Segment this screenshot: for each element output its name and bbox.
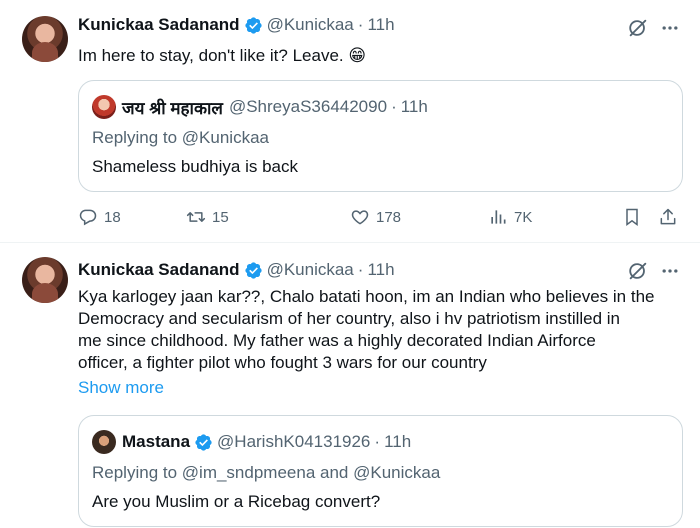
repost-button[interactable]: 15: [186, 207, 229, 227]
quote-avatar: [92, 95, 116, 119]
tweet-header: Kunickaa Sadanand @Kunickaa · 11h: [78, 14, 395, 36]
avatar[interactable]: [22, 257, 68, 303]
replying-and: and: [315, 463, 354, 482]
separator-dot: ·: [357, 15, 364, 34]
quote-author-name: जय श्री महाकाल: [122, 98, 223, 118]
quote-time: 11h: [384, 432, 412, 451]
like-icon: [351, 210, 369, 225]
quote-author-handle: @HarishK04131926: [217, 432, 371, 451]
replying-mention: @Kunickaa: [181, 128, 269, 147]
author-name[interactable]: Kunickaa Sadanand: [78, 15, 240, 35]
bookmark-icon: [626, 208, 638, 226]
tweet-header: Kunickaa Sadanand @Kunickaa · 11h: [78, 259, 395, 281]
like-button[interactable]: 178: [350, 207, 401, 227]
grok-icon[interactable]: [627, 260, 649, 282]
quote-avatar: [92, 430, 116, 454]
tweet-time[interactable]: 11h: [367, 260, 394, 280]
verified-badge-icon: [195, 433, 212, 451]
tweet-text-line: Democracy and secularism of her country,…: [78, 309, 621, 328]
like-count: 178: [376, 208, 402, 226]
separator-dot: ·: [374, 432, 381, 451]
quote-header: जय श्री महाकाल @ShreyaS36442090 · 11h: [122, 96, 428, 118]
quote-header: Mastana @HarishK04131926 · 11h: [122, 431, 411, 453]
author-name[interactable]: Kunickaa Sadanand: [78, 260, 240, 280]
more-icon[interactable]: [660, 18, 680, 38]
avatar[interactable]: [22, 16, 68, 62]
reply-icon: [79, 209, 97, 226]
reply-button[interactable]: 18: [78, 207, 121, 227]
tweet-actions: 18 15 178 7K: [78, 207, 683, 229]
tweet-text-line: Kya karlogey jaan kar??, Chalo batati ho…: [78, 287, 655, 306]
views-icon: [491, 210, 506, 224]
tweet-text: Kya karlogey jaan kar??, Chalo batati ho…: [78, 286, 683, 374]
repost-count: 15: [212, 208, 229, 226]
quote-time: 11h: [400, 97, 428, 116]
tweet-2[interactable]: Kunickaa Sadanand @Kunickaa · 11h Kya ka…: [0, 243, 700, 528]
tweet-text: Im here to stay, don't like it? Leave. 😁: [78, 46, 367, 65]
quote-text: Are you Muslim or a Ricebag convert?: [92, 492, 381, 511]
views-button[interactable]: 7K: [488, 207, 532, 227]
quoted-tweet[interactable]: Mastana @HarishK04131926 · 11h Replying …: [78, 415, 683, 527]
share-icon: [660, 208, 676, 225]
tweet-text-line: officer, a fighter pilot who fought 3 wa…: [78, 353, 487, 372]
quote-text: Shameless budhiya is back: [92, 157, 299, 176]
replying-mention: @im_sndpmeena: [181, 463, 316, 482]
separator-dot: ·: [357, 260, 364, 279]
verified-badge-icon: [244, 261, 262, 279]
repost-icon: [186, 212, 206, 222]
tweet-1[interactable]: Kunickaa Sadanand @Kunickaa · 11h Im her…: [0, 0, 700, 240]
reply-count: 18: [104, 208, 121, 226]
quote-author-name: Mastana: [122, 432, 191, 451]
replying-to: Replying to @Kunickaa: [92, 128, 269, 148]
replying-to: Replying to @im_sndpmeena and @Kunickaa: [92, 463, 440, 483]
verified-badge-icon: [244, 16, 262, 34]
author-handle[interactable]: @Kunickaa: [267, 15, 354, 35]
views-count: 7K: [514, 208, 533, 226]
more-icon[interactable]: [660, 261, 680, 281]
grok-icon[interactable]: [627, 17, 649, 39]
show-more-link[interactable]: Show more: [78, 378, 164, 398]
quote-author-handle: @ShreyaS36442090: [228, 97, 388, 116]
tweet-text-line: me since childhood. My father was a high…: [78, 331, 596, 350]
bookmark-button[interactable]: [622, 207, 648, 227]
replying-mention: @Kunickaa: [353, 463, 441, 482]
quoted-tweet[interactable]: जय श्री महाकाल @ShreyaS36442090 · 11h Re…: [78, 80, 683, 192]
share-button[interactable]: [658, 207, 684, 227]
replying-prefix: Replying to: [92, 463, 182, 482]
replying-prefix: Replying to: [92, 128, 182, 147]
author-handle[interactable]: @Kunickaa: [267, 260, 354, 280]
separator-dot: ·: [391, 97, 397, 116]
tweet-time[interactable]: 11h: [367, 15, 394, 35]
